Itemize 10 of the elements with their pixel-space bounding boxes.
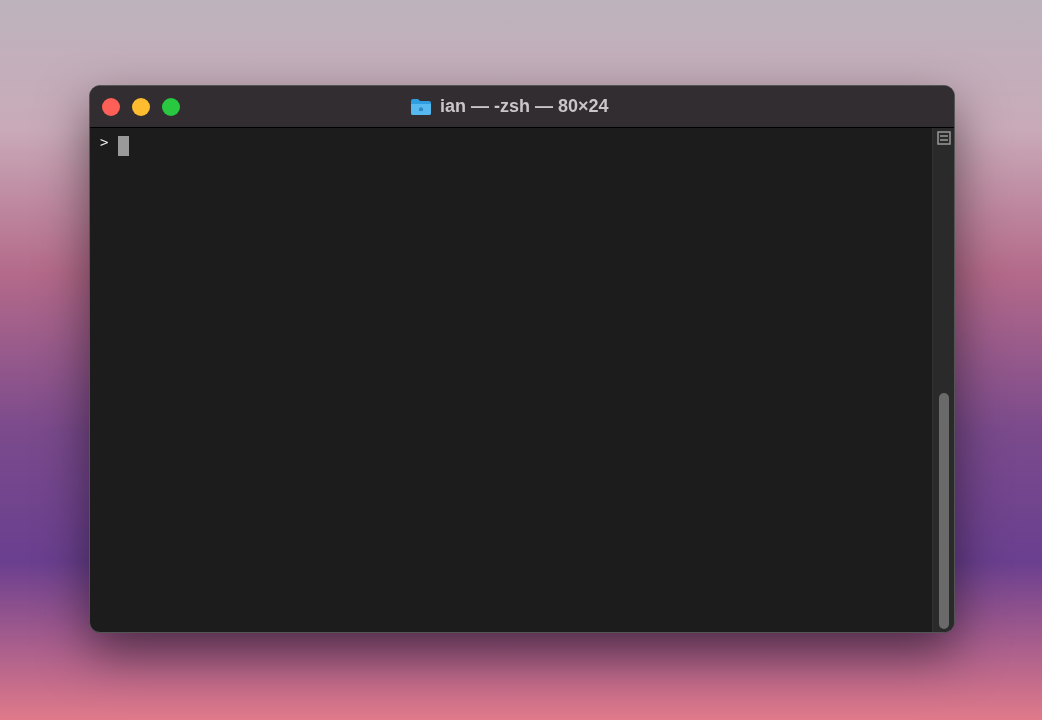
window-title: ian — -zsh — 80×24 [440,96,609,117]
scroll-thumb[interactable] [938,393,949,629]
shell-prompt: > [100,134,109,150]
close-button[interactable] [102,97,120,116]
menu-icon[interactable] [936,131,951,145]
minimize-button[interactable] [132,97,150,116]
folder-icon [410,97,432,116]
zoom-button[interactable] [162,97,180,116]
text-cursor [118,136,130,156]
scroll-bar[interactable] [932,128,954,632]
